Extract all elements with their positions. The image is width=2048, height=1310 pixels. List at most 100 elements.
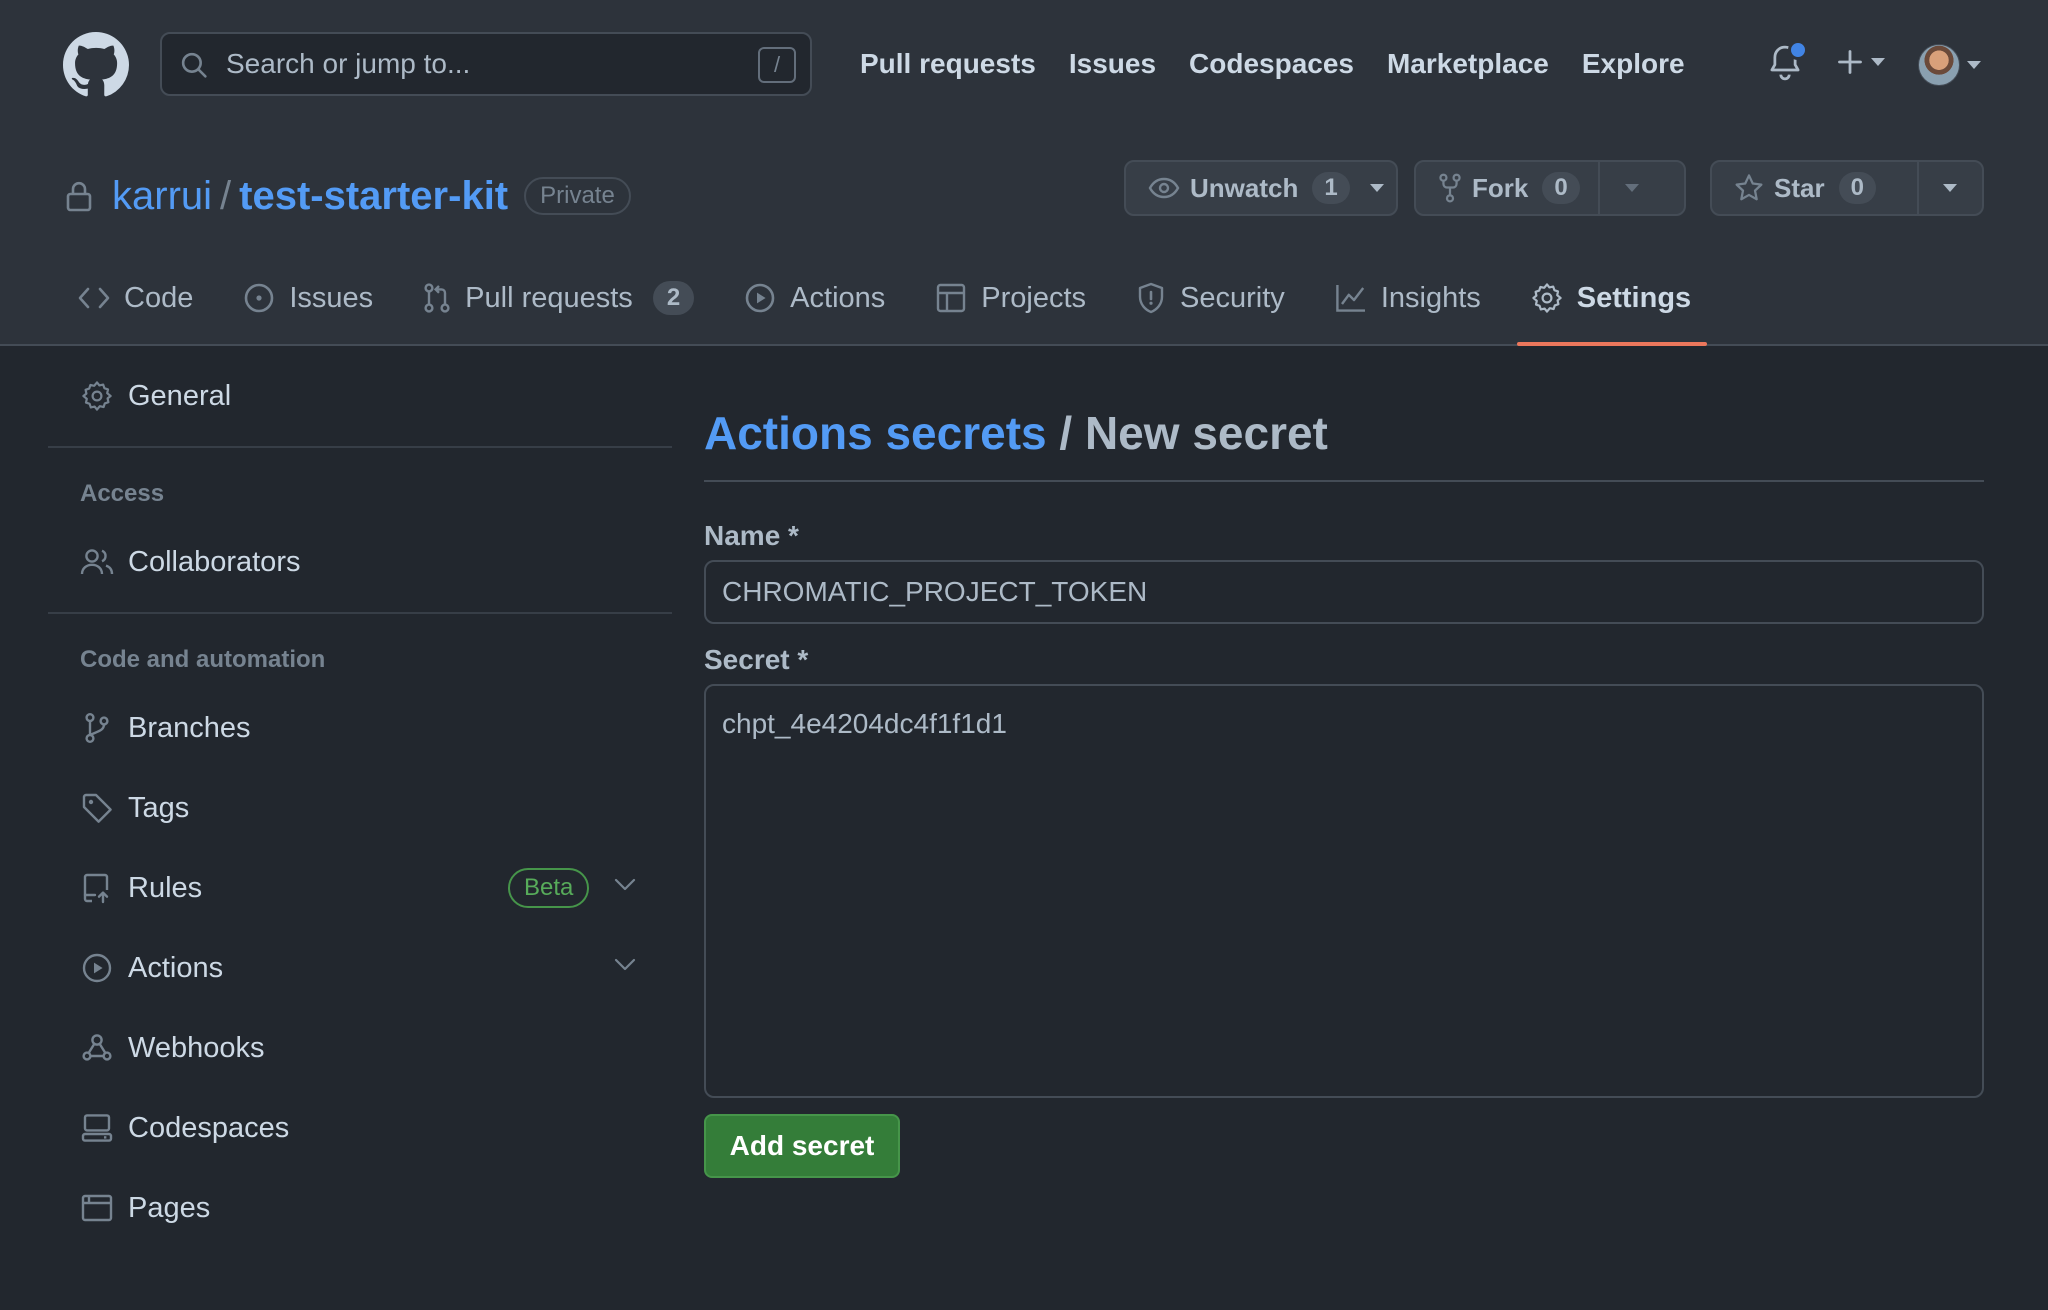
unwatch-button[interactable]: Unwatch 1 (1126, 162, 1358, 214)
fork-button[interactable]: Fork 0 (1416, 162, 1598, 214)
fork-button-group: Fork 0 (1414, 160, 1686, 216)
tab-projects[interactable]: Projects (935, 252, 1086, 344)
unwatch-label: Unwatch (1190, 172, 1299, 203)
pull-request-count: 2 (652, 281, 695, 315)
repo-title: karrui / test-starter-kit Private (66, 168, 631, 224)
sidebar-divider (48, 612, 672, 614)
tab-label: Code (124, 281, 194, 314)
sidebar-item-codespaces[interactable]: Codespaces (48, 1088, 672, 1168)
tab-pull-requests[interactable]: Pull requests 2 (423, 252, 695, 344)
sidebar-item-pages[interactable]: Pages (48, 1168, 672, 1248)
create-new-menu[interactable] (1836, 48, 1886, 76)
sidebar-item-label: Actions (128, 951, 224, 984)
tab-insights[interactable]: Insights (1335, 252, 1481, 344)
add-secret-button[interactable]: Add secret (704, 1114, 900, 1178)
pull-request-icon (424, 283, 450, 313)
repo-push-icon (83, 873, 109, 904)
nav-issues[interactable]: Issues (1069, 48, 1156, 80)
star-dropdown-toggle[interactable] (1916, 162, 1982, 214)
user-menu[interactable] (1918, 44, 1982, 86)
graph-icon (1336, 285, 1365, 312)
webhook-icon (82, 1034, 112, 1061)
star-icon (1735, 174, 1763, 201)
settings-sidebar: General Access Collaborators Code and au… (48, 346, 672, 1248)
repo-header: karrui / test-starter-kit Private Unwatc… (0, 128, 2048, 346)
beta-badge: Beta (508, 868, 590, 908)
lock-icon (66, 181, 92, 212)
tab-label: Issues (289, 281, 374, 314)
issue-icon (245, 283, 274, 313)
tab-code[interactable]: Code (78, 252, 193, 344)
gear-icon (1532, 283, 1562, 313)
search-input[interactable]: Search or jump to... / (160, 32, 812, 96)
people-icon (80, 549, 114, 575)
caret-down-icon (1369, 184, 1384, 192)
tab-actions[interactable]: Actions (744, 252, 885, 344)
repo-owner-link[interactable]: karrui (112, 174, 212, 219)
breadcrumb-actions-secrets[interactable]: Actions secrets (704, 407, 1047, 459)
sidebar-heading-access: Access (80, 480, 165, 507)
sidebar-item-label: Collaborators (128, 545, 301, 578)
tab-security[interactable]: Security (1136, 252, 1285, 344)
tab-issues[interactable]: Issues (243, 252, 373, 344)
tab-settings[interactable]: Settings (1516, 252, 1708, 346)
fork-dropdown-toggle[interactable] (1597, 162, 1664, 214)
caret-down-icon (1871, 58, 1885, 66)
tag-icon (82, 793, 112, 823)
watch-dropdown-toggle[interactable] (1358, 162, 1396, 214)
global-header: Search or jump to... / Pull requests Iss… (0, 0, 2048, 128)
fork-icon (1439, 173, 1461, 203)
nav-pull-requests[interactable]: Pull requests (860, 48, 1036, 80)
gear-icon (82, 381, 112, 411)
repo-path-separator: / (220, 173, 232, 218)
sidebar-item-label: Webhooks (128, 1031, 265, 1064)
shield-icon (1138, 282, 1164, 314)
name-field-label: Name * (704, 520, 799, 551)
search-placeholder: Search or jump to... (226, 48, 471, 79)
star-button-group: Star 0 (1710, 160, 1984, 216)
secret-textarea[interactable]: chpt_4e4204dc4f1f1d1 (704, 684, 1984, 1098)
sidebar-item-label: Codespaces (128, 1111, 290, 1144)
sidebar-item-branches[interactable]: Branches (48, 688, 672, 768)
secret-field-label: Secret * (704, 644, 809, 675)
star-button[interactable]: Star 0 (1712, 162, 1917, 214)
caret-down-icon (1967, 61, 1981, 69)
sidebar-item-collaborators[interactable]: Collaborators (48, 522, 672, 602)
browser-icon (81, 1194, 113, 1222)
sidebar-item-rules[interactable]: Rules Beta (48, 848, 672, 928)
play-icon (745, 283, 775, 313)
eye-icon (1148, 177, 1180, 199)
code-icon (78, 287, 110, 309)
star-count: 0 (1838, 172, 1876, 204)
new-secret-form: Actions secrets / New secret Name * CHRO… (704, 346, 1984, 1178)
tab-label: Actions (790, 281, 886, 314)
watchers-count: 1 (1312, 172, 1350, 204)
breadcrumb-current: New secret (1084, 407, 1328, 459)
fork-count: 0 (1542, 172, 1580, 204)
search-icon (181, 52, 207, 78)
repo-tabs: Code Issues Pull requests 2 Actions Proj… (78, 252, 1741, 346)
page-title: Actions secrets / New secret (704, 346, 1984, 482)
sidebar-heading-code-and-automation: Code and automation (80, 646, 326, 673)
chevron-down-icon[interactable] (614, 958, 636, 972)
sidebar-item-tags[interactable]: Tags (48, 768, 672, 848)
chevron-down-icon[interactable] (614, 878, 636, 892)
repo-name-link[interactable]: test-starter-kit (239, 174, 508, 219)
play-icon (82, 953, 112, 983)
github-logo-icon[interactable] (63, 32, 129, 98)
name-input[interactable]: CHROMATIC_PROJECT_TOKEN (704, 560, 1984, 624)
branch-icon (85, 712, 109, 744)
nav-explore[interactable]: Explore (1582, 48, 1685, 80)
sidebar-item-general[interactable]: General (48, 356, 672, 436)
nav-codespaces[interactable]: Codespaces (1189, 48, 1354, 80)
sidebar-item-label: Branches (128, 711, 251, 744)
sidebar-item-webhooks[interactable]: Webhooks (48, 1008, 672, 1088)
notification-dot (1788, 40, 1808, 60)
tab-label: Settings (1576, 281, 1692, 314)
nav-marketplace[interactable]: Marketplace (1387, 48, 1549, 80)
unwatch-button-group: Unwatch 1 (1124, 160, 1398, 216)
sidebar-item-actions[interactable]: Actions (48, 928, 672, 1008)
sidebar-item-label: Pages (128, 1191, 211, 1224)
sidebar-item-label: Tags (128, 791, 190, 824)
tab-label: Security (1180, 281, 1285, 314)
